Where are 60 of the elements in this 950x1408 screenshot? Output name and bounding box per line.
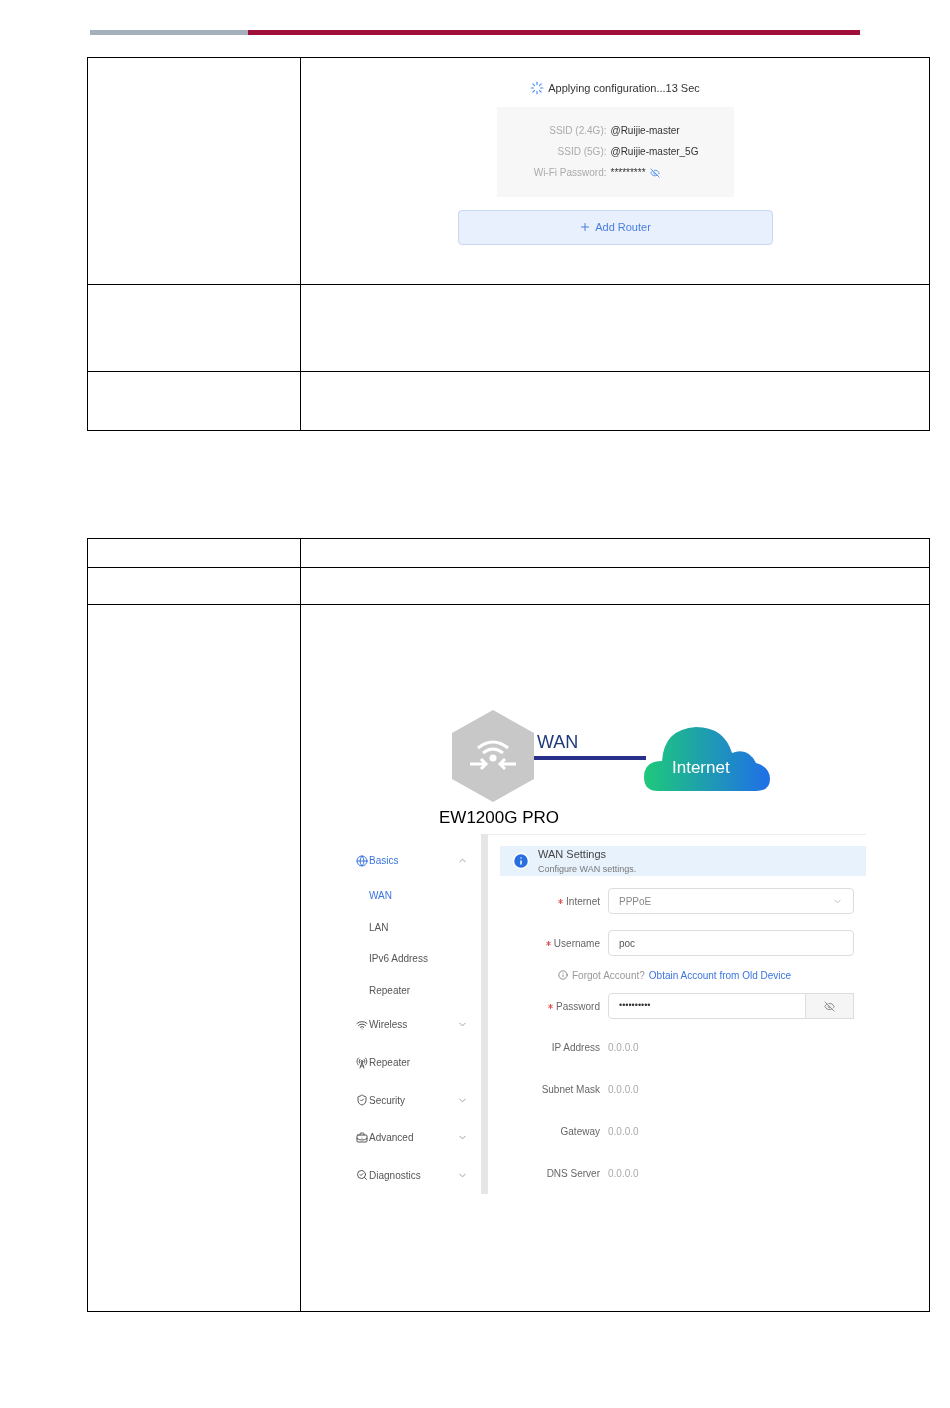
menu-label: Repeater [369,1056,412,1070]
field-label: Wi-Fi Password: [532,166,607,180]
eye-off-icon [824,1000,835,1012]
banner-text: Configure WAN settings. [538,862,637,876]
menu-label: Wireless [369,1018,409,1033]
menu-item[interactable]: Advanced [351,1118,476,1157]
globe-icon [356,854,368,867]
menu-label: Basics [369,854,400,869]
loading-icon [530,81,545,96]
submenu-item[interactable]: Repeater [351,974,476,1007]
password-field[interactable]: •••••••••• [608,993,806,1019]
menu-item[interactable]: Security [351,1081,476,1119]
form-value: 0.0.0.0 [608,1166,639,1181]
router-icon [452,710,534,802]
form-label: Internet [566,894,600,909]
banner-title: WAN Settings [538,847,608,862]
submenu-item[interactable]: LAN [351,911,476,943]
menu-label: Diagnostics [369,1168,422,1183]
field-label: SSID (5G): [556,145,607,159]
toolbox-icon [356,1131,368,1144]
form-label: DNS Server [546,1166,600,1181]
form-label: Password [556,999,600,1014]
shield-icon [356,1094,368,1107]
eye-off-icon[interactable] [649,167,660,178]
device-name: EW1200G PRO [439,807,559,829]
menu-item[interactable]: Wireless [351,1006,476,1044]
field-label: SSID (2.4G): [548,124,607,138]
field-value: @Ruijie-master_5G [610,145,699,159]
hint-text: Forgot Account? [572,968,645,983]
menu-item[interactable]: Basics [351,842,476,880]
obtain-account-link[interactable]: Obtain Account from Old Device [648,967,792,983]
field-value: ********* [610,166,646,180]
menu-item[interactable]: Repeater [351,1043,476,1082]
add-router-button[interactable]: Add Router [457,209,773,245]
form-value: 0.0.0.0 [608,1040,639,1055]
info-icon [512,852,530,870]
form-label: Gateway [560,1124,600,1139]
submenu-item[interactable]: IPv6 Address [351,942,476,975]
cloud-icon [644,725,770,791]
internet-select[interactable]: PPPoE [608,888,854,914]
form-value: 0.0.0.0 [608,1082,639,1097]
menu-label: Advanced [369,1131,415,1146]
search-icon [356,1169,368,1182]
info-icon [558,970,568,980]
menu-label: Security [369,1093,407,1108]
submenu-item[interactable]: WAN [351,879,476,912]
form-label: IP Address [551,1040,600,1055]
form-value: 0.0.0.0 [608,1124,639,1139]
wan-label: WAN [537,731,579,754]
cloud-label: Internet [672,757,730,779]
field-value: @Ruijie-master [610,124,680,138]
form-label: Username [553,936,600,951]
username-field[interactable]: poc [608,930,854,956]
wifi-icon [356,1018,368,1031]
plus-icon [579,221,592,233]
show-password-button[interactable] [806,993,854,1019]
status-text: Applying configuration...13 Sec [548,81,700,96]
menu-item[interactable]: Diagnostics [351,1156,476,1195]
antenna-icon [356,1056,368,1069]
form-label: Subnet Mask [541,1082,600,1097]
